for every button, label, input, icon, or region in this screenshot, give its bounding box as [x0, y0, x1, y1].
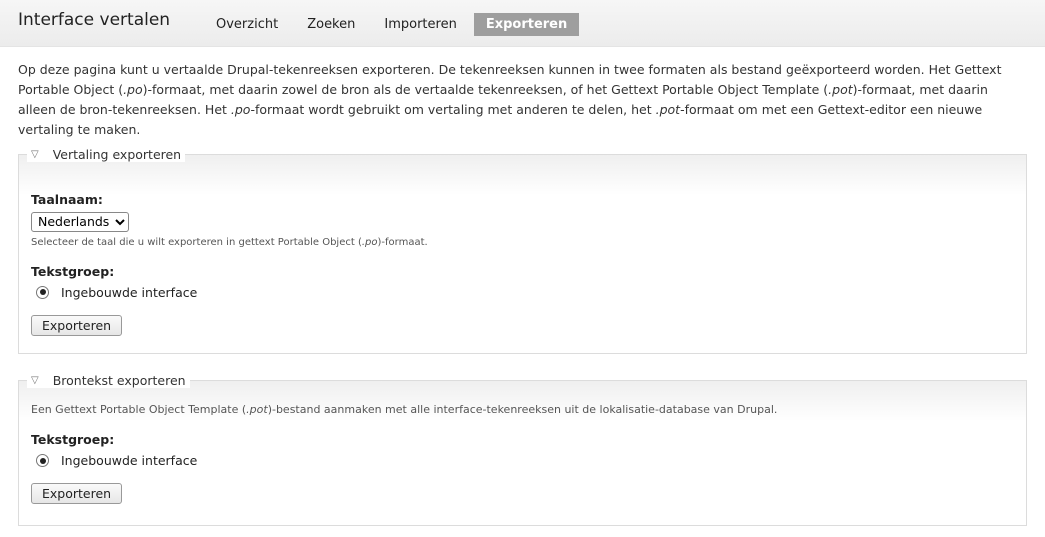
tab-importeren[interactable]: Importeren — [372, 13, 468, 36]
textgroup-label: Tekstgroep: — [31, 263, 115, 279]
radio-selected-dot — [39, 289, 46, 295]
textgroup-label: Tekstgroep: — [31, 432, 115, 447]
language-description: Selecteer de taal die u wilt exporteren … — [31, 236, 428, 248]
tab-zoeken[interactable]: Zoeken — [295, 13, 367, 36]
main-content: Op deze pagina kunt u vertaalde Drupal-t… — [0, 47, 1045, 526]
export-translation-button[interactable]: Exporteren — [31, 314, 123, 336]
fieldset-source-export: ▽ Brontekst exporteren Een Gettext Porta… — [18, 373, 1027, 526]
textgroup-radio-option[interactable]: Ingebouwde interface — [31, 453, 1014, 468]
fieldset-translation-export: ▽ Vertaling exporteren Taalnaam: Nederla… — [18, 147, 1027, 354]
page-header: Interface vertalen Overzicht Zoeken Impo… — [0, 0, 1045, 47]
tab-bar: Overzicht Zoeken Importeren Exporteren — [204, 13, 584, 36]
collapse-triangle-icon: ▽ — [31, 375, 39, 386]
tab-overzicht[interactable]: Overzicht — [204, 13, 290, 36]
radio-selected-dot — [39, 457, 46, 464]
language-select[interactable]: Nederlands — [31, 211, 129, 232]
textgroup-radio-option[interactable]: Ingebouwde interface — [31, 285, 1014, 300]
page-title: Interface vertalen — [18, 10, 171, 30]
radio-button[interactable] — [36, 285, 49, 299]
collapse-triangle-icon: ▽ — [31, 149, 39, 160]
radio-button[interactable] — [36, 454, 49, 467]
intro-text: Op deze pagina kunt u vertaalde Drupal-t… — [18, 62, 1002, 137]
fieldset-legend[interactable]: ▽ Vertaling exporteren — [27, 147, 186, 162]
language-label: Taalnaam: — [31, 192, 103, 207]
export-source-button[interactable]: Exporteren — [31, 483, 123, 504]
source-description: Een Gettext Portable Object Template (.p… — [31, 403, 778, 416]
fieldset-legend[interactable]: ▽ Brontekst exporteren — [27, 373, 190, 388]
tab-exporteren[interactable]: Exporteren — [473, 13, 580, 36]
